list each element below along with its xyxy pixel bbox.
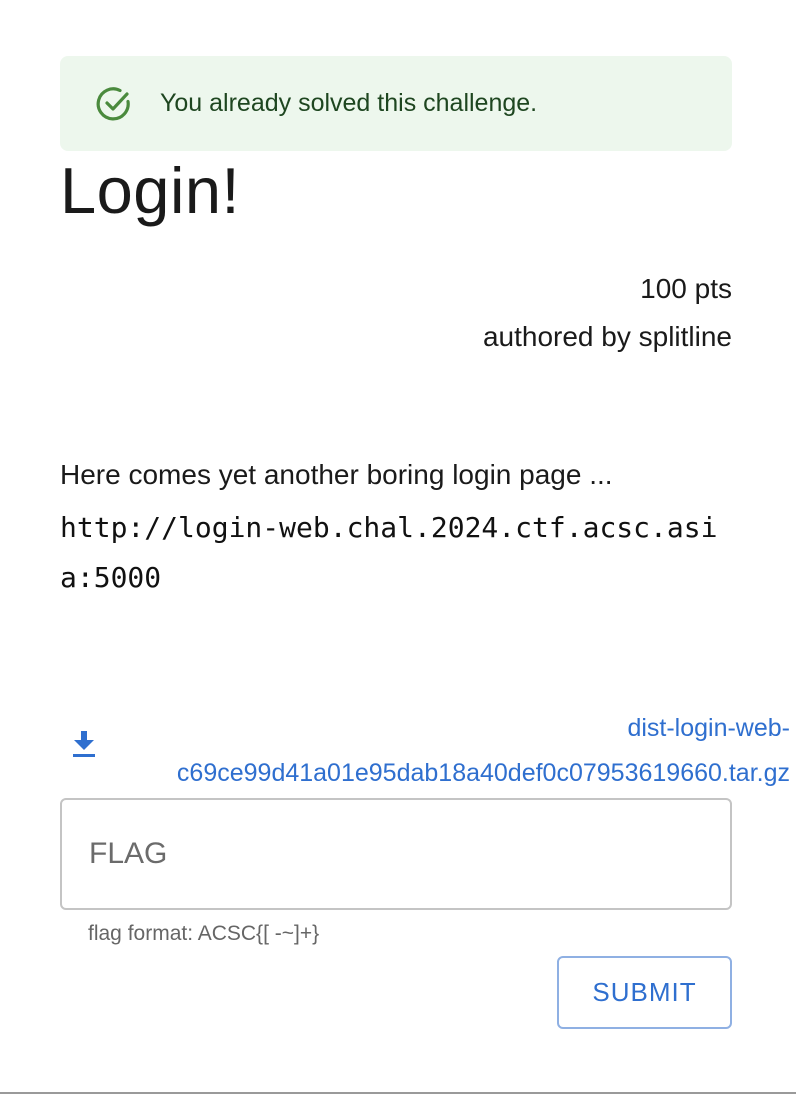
challenge-meta: 100 pts authored by splitline (483, 265, 732, 361)
download-link[interactable]: dist-login-web-c69ce99d41a01e95dab18a40d… (90, 706, 790, 796)
challenge-description: Here comes yet another boring login page… (60, 459, 613, 490)
challenge-url: http://login-web.chal.2024.ctf.acsc.asia… (60, 511, 718, 594)
submit-button[interactable]: SUBMIT (557, 956, 732, 1029)
flag-format-hint: flag format: ACSC{[ -~]+} (88, 922, 320, 945)
check-circle-icon (94, 84, 134, 124)
challenge-author: authored by splitline (482, 321, 732, 352)
download-attachment[interactable]: dist-login-web-c69ce99d41a01e95dab18a40d… (60, 700, 796, 790)
flag-field[interactable] (60, 798, 732, 910)
solved-alert-text: You already solved this challenge. (160, 89, 538, 117)
challenge-points: 100 pts (640, 273, 732, 304)
solved-alert: You already solved this challenge. (60, 56, 732, 151)
flag-input[interactable] (62, 800, 730, 908)
challenge-title: Login! (60, 154, 241, 227)
